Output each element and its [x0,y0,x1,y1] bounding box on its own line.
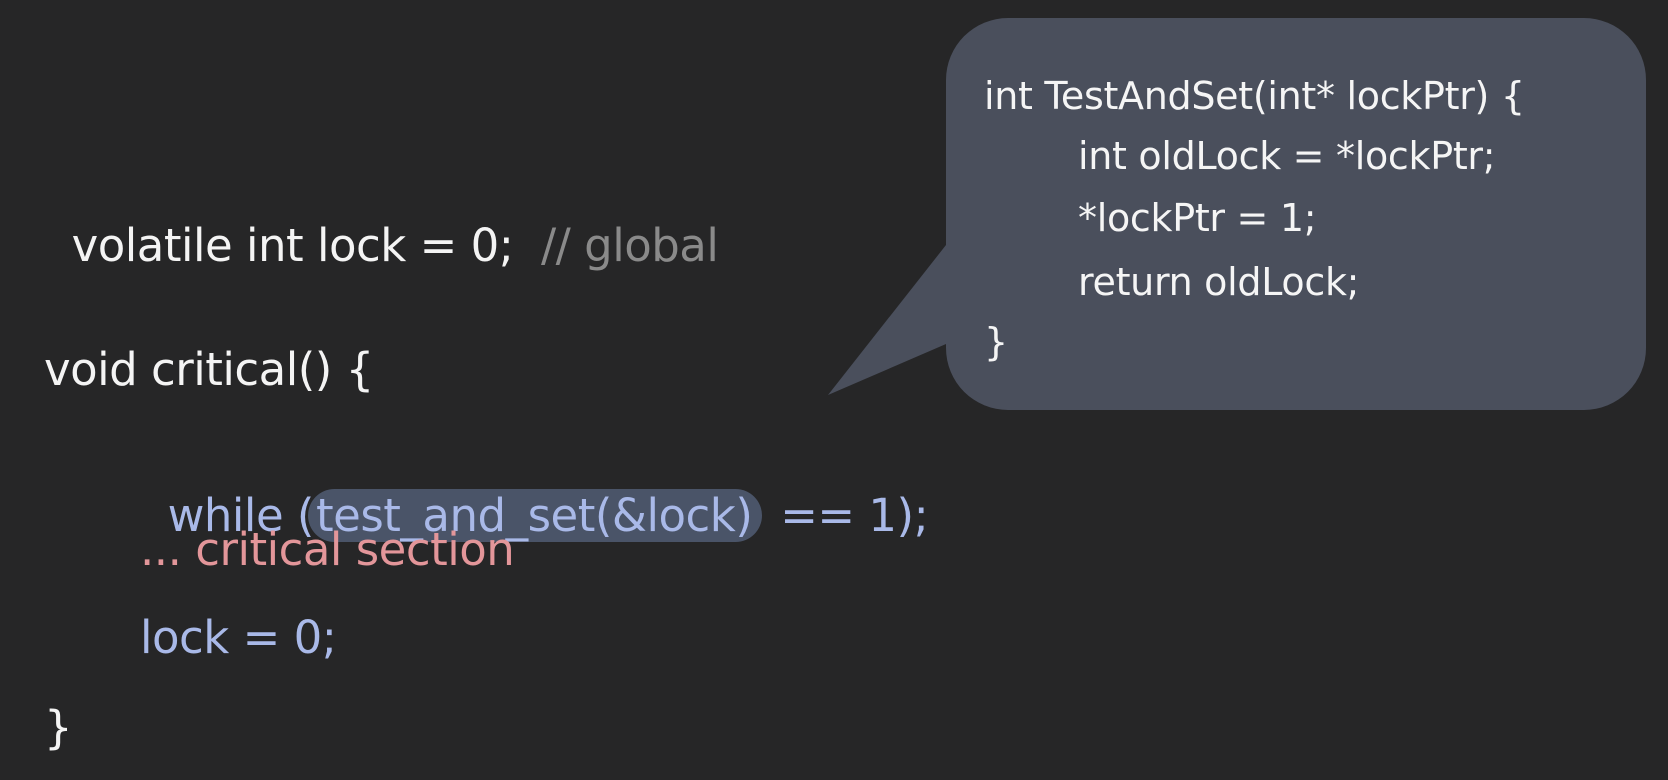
lock-declaration-code: volatile int lock = 0; [71,219,514,272]
code-line-lock-declaration: volatile int lock = 0; // global [44,162,719,274]
code-line-closing-brace: } [44,701,73,754]
bubble-code-line-4: return oldLock; [1078,260,1360,304]
bubble-code-line-5: } [984,320,1008,364]
while-suffix: == 1); [766,489,929,542]
bubble-code-line-2: int oldLock = *lockPtr; [1078,134,1496,178]
code-line-critical-section: ... critical section [140,523,515,576]
bubble-code-line-1: int TestAndSet(int* lockPtr) { [984,74,1525,118]
code-line-function-signature: void critical() { [44,343,374,396]
code-line-unlock: lock = 0; [140,611,337,664]
bubble-code-line-3: *lockPtr = 1; [1078,196,1317,240]
global-comment: // global [541,219,719,272]
